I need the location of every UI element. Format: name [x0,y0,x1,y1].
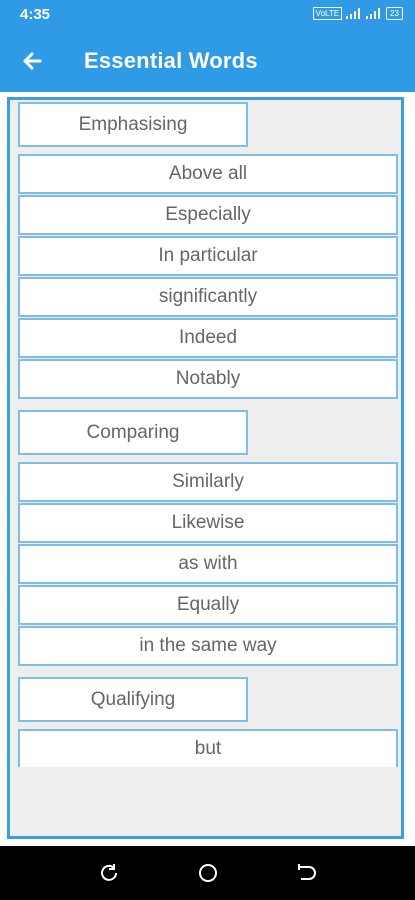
word-item[interactable]: but [18,729,398,767]
app-bar: Essential Words [0,30,415,92]
home-icon[interactable] [196,861,220,885]
word-item[interactable]: Especially [18,195,398,235]
word-item[interactable]: Above all [18,154,398,194]
section-comparing: Comparing Similarly Likewise as with Equ… [18,410,401,666]
word-item[interactable]: as with [18,544,398,584]
signal-icon-2 [366,8,381,19]
recent-apps-icon[interactable] [97,861,121,885]
word-item[interactable]: Equally [18,585,398,625]
back-arrow-icon[interactable] [18,46,48,76]
section-qualifying: Qualifying but [18,677,401,767]
word-list-container: Emphasising Above all Especially In part… [7,97,404,839]
system-nav-bar [0,846,415,900]
status-bar: 4:35 VoLTE 23 [0,0,415,30]
word-item[interactable]: in the same way [18,626,398,666]
word-item[interactable]: Likewise [18,503,398,543]
battery-icon: 23 [386,7,403,20]
back-nav-icon[interactable] [293,861,317,885]
word-list-scroll[interactable]: Emphasising Above all Especially In part… [10,100,401,767]
volte-icon: VoLTE [312,7,343,20]
status-icons: VoLTE 23 [312,7,403,20]
section-emphasising: Emphasising Above all Especially In part… [18,102,401,399]
word-item[interactable]: Notably [18,359,398,399]
section-header: Comparing [18,410,248,455]
section-header: Qualifying [18,677,248,722]
word-item[interactable]: In particular [18,236,398,276]
status-time: 4:35 [20,6,51,23]
signal-icon [346,8,361,19]
word-item[interactable]: Similarly [18,462,398,502]
section-header: Emphasising [18,102,248,147]
page-title: Essential Words [84,48,258,73]
word-item[interactable]: Indeed [18,318,398,358]
word-item[interactable]: significantly [18,277,398,317]
